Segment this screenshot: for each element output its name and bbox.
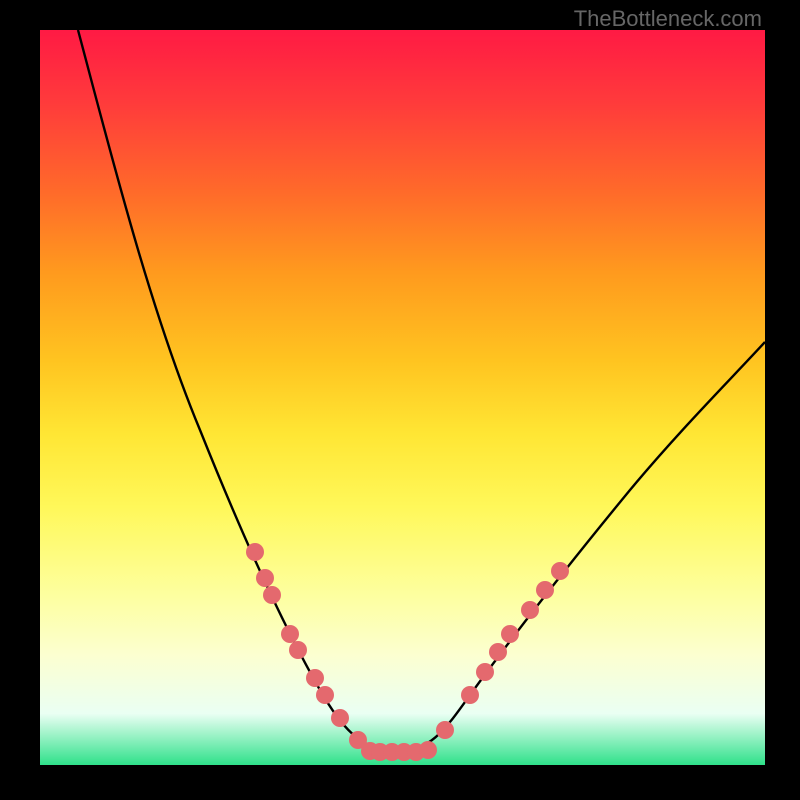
chart-container: TheBottleneck.com — [0, 0, 800, 800]
watermark-text: TheBottleneck.com — [574, 6, 762, 32]
data-marker — [489, 643, 507, 661]
data-marker — [536, 581, 554, 599]
data-marker — [246, 543, 264, 561]
data-marker — [289, 641, 307, 659]
data-marker — [316, 686, 334, 704]
data-marker — [263, 586, 281, 604]
data-marker — [331, 709, 349, 727]
data-marker — [461, 686, 479, 704]
data-marker — [419, 741, 437, 759]
data-marker — [501, 625, 519, 643]
data-marker — [306, 669, 324, 687]
data-marker — [256, 569, 274, 587]
data-marker — [521, 601, 539, 619]
bottleneck-curve — [78, 30, 765, 752]
data-marker — [436, 721, 454, 739]
data-marker — [551, 562, 569, 580]
markers-group — [246, 543, 569, 761]
plot-area — [40, 30, 765, 765]
data-marker — [476, 663, 494, 681]
data-marker — [281, 625, 299, 643]
chart-svg — [40, 30, 765, 765]
